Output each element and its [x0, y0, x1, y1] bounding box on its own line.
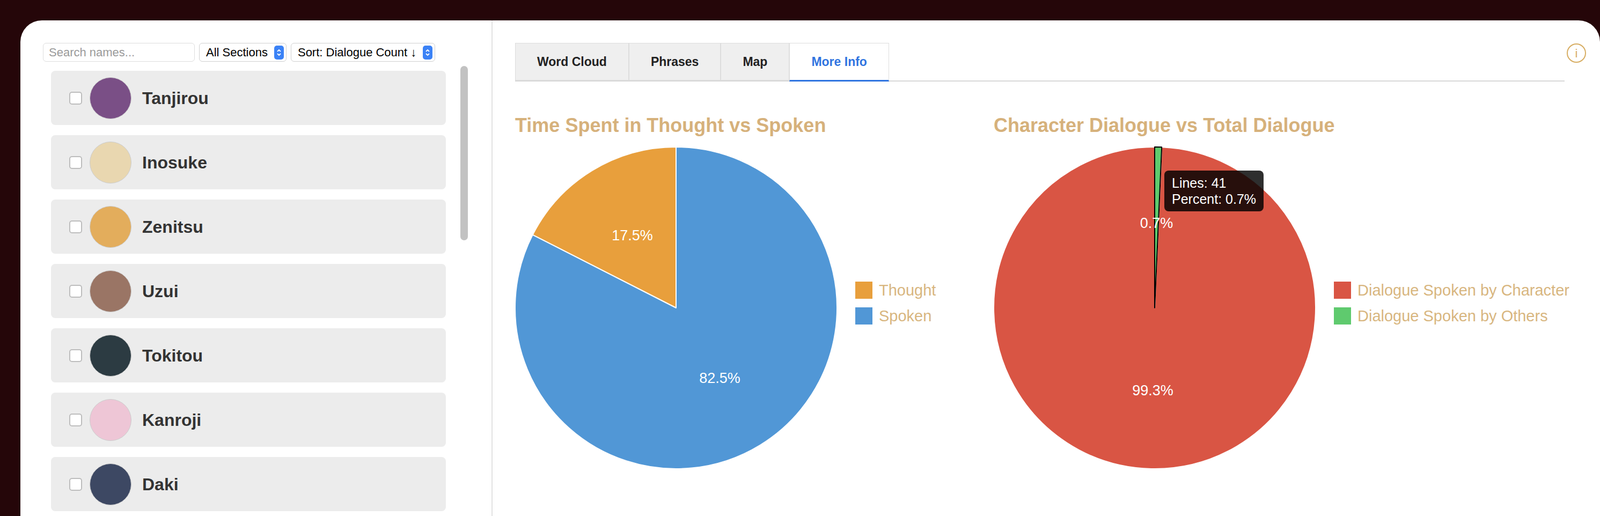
pie-slice[interactable]	[515, 147, 838, 469]
legend-label: Dialogue Spoken by Others	[1357, 307, 1548, 325]
character-item[interactable]: Kanroji	[50, 392, 446, 447]
charts-row: Time Spent in Thought vs Spoken 17.5% 82.5…	[515, 113, 1587, 469]
tab-bar: Word CloudPhrasesMapMore Info	[515, 42, 1565, 82]
chart-tooltip: Lines: 41Percent: 0.7%	[1164, 170, 1264, 212]
character-list: Tanjirou Inosuke Zenitsu Uzui Tokitou Kanroji…	[42, 65, 446, 512]
legend-item[interactable]: Dialogue Spoken by Others	[1333, 307, 1570, 325]
legend-label: Thought	[878, 281, 936, 299]
legend-label: Dialogue Spoken by Character	[1357, 281, 1570, 299]
character-item[interactable]: Inosuke	[50, 135, 446, 190]
select-label: Sort: Dialogue Count ↓	[297, 43, 417, 62]
character-avatar	[89, 463, 132, 506]
character-name: Daki	[142, 471, 179, 498]
select-arrow-icon	[422, 45, 433, 60]
legend-item[interactable]: Thought	[855, 281, 936, 299]
character-name: Inosuke	[142, 149, 208, 176]
app: Search names... All Sections Sort: Dialogu…	[0, 0, 1600, 516]
character-item[interactable]: Tanjirou	[50, 70, 446, 126]
content-pane: Word CloudPhrasesMapMore InfoiTime Spent…	[492, 20, 1600, 516]
slice-label: 0.7%	[1140, 215, 1174, 232]
legend-swatch	[1333, 281, 1352, 299]
slice-label: 82.5%	[699, 370, 741, 387]
character-avatar	[89, 270, 132, 313]
character-checkbox[interactable]	[69, 478, 83, 491]
character-name: Tanjirou	[142, 85, 209, 112]
legend-swatch	[1333, 307, 1352, 325]
pie-chart-graphic: 99.3% 0.7%	[993, 147, 1316, 469]
character-name: Tokitou	[142, 342, 203, 369]
filter-select[interactable]: All Sections	[199, 42, 287, 62]
chart-legend: Dialogue Spoken by Character Dialogue Spo…	[1333, 281, 1570, 325]
search-placeholder: Search names...	[48, 43, 135, 62]
select-arrow-icon	[274, 45, 284, 60]
character-name: Zenitsu	[142, 214, 204, 240]
character-checkbox[interactable]	[69, 349, 83, 363]
slice-label: 17.5%	[611, 227, 653, 244]
pie-chart: 17.5% 82.5%	[515, 147, 838, 469]
pie-slice[interactable]	[993, 147, 1316, 469]
filter-bar: Search names... All Sections Sort: Dialogu…	[42, 42, 492, 62]
chart-panel: Character Dialogue vs Total Dialogue 99.3…	[993, 113, 1587, 469]
scrollbar[interactable]	[460, 65, 470, 512]
chart-title: Character Dialogue vs Total Dialogue	[993, 113, 1587, 138]
filter-select[interactable]: Sort: Dialogue Count ↓	[290, 42, 436, 62]
legend-item[interactable]: Dialogue Spoken by Character	[1333, 281, 1570, 299]
tab[interactable]: More Info	[789, 42, 890, 82]
character-checkbox[interactable]	[69, 413, 83, 427]
scrollbar-thumb[interactable]	[460, 65, 468, 241]
character-item[interactable]: Daki	[50, 457, 446, 512]
select-label: All Sections	[206, 43, 268, 62]
tab[interactable]: Map	[720, 42, 790, 81]
character-list-area: Tanjirou Inosuke Zenitsu Uzui Tokitou Kanroji…	[42, 65, 492, 512]
chart-panel: Time Spent in Thought vs Spoken 17.5% 82.5…	[515, 113, 994, 469]
chart-body: 17.5% 82.5% Thought Spoken	[515, 147, 994, 469]
slice-label: 99.3%	[1132, 382, 1174, 399]
legend-swatch	[855, 281, 873, 299]
legend-label: Spoken	[878, 307, 932, 325]
main-panel: Search names... All Sections Sort: Dialogu…	[20, 20, 1600, 516]
character-checkbox[interactable]	[69, 284, 83, 298]
character-name: Uzui	[142, 278, 179, 305]
character-item[interactable]: Zenitsu	[50, 199, 446, 254]
legend-item[interactable]: Spoken	[855, 307, 936, 325]
chart-legend: Thought Spoken	[855, 281, 936, 325]
character-avatar	[89, 334, 132, 377]
character-avatar	[89, 141, 132, 184]
chart-title: Time Spent in Thought vs Spoken	[515, 113, 994, 138]
tab-row: Word CloudPhrasesMapMore Infoi	[515, 42, 1587, 82]
sidebar: Search names... All Sections Sort: Dialogu…	[20, 20, 493, 516]
chart-body: 99.3% 0.7% Lines: 41Percent: 0.7% Dialogue …	[993, 147, 1587, 469]
search-input[interactable]: Search names...	[42, 42, 195, 62]
tab[interactable]: Word Cloud	[515, 42, 629, 81]
character-item[interactable]: Uzui	[50, 263, 446, 319]
character-item[interactable]: Tokitou	[50, 328, 446, 383]
character-name: Kanroji	[142, 407, 202, 433]
character-checkbox[interactable]	[69, 91, 83, 105]
pie-chart-graphic: 17.5% 82.5%	[515, 147, 838, 469]
character-avatar	[89, 206, 132, 248]
tab[interactable]: Phrases	[628, 42, 722, 81]
tooltip-line: Lines: 41	[1171, 174, 1257, 192]
tooltip-line: Percent: 0.7%	[1171, 191, 1257, 208]
character-avatar	[89, 77, 132, 120]
character-checkbox[interactable]	[69, 156, 83, 170]
pie-chart: 99.3% 0.7% Lines: 41Percent: 0.7%	[993, 147, 1316, 469]
legend-swatch	[855, 307, 873, 325]
character-checkbox[interactable]	[69, 220, 83, 234]
info-icon[interactable]: i	[1566, 43, 1587, 63]
character-avatar	[89, 399, 132, 442]
